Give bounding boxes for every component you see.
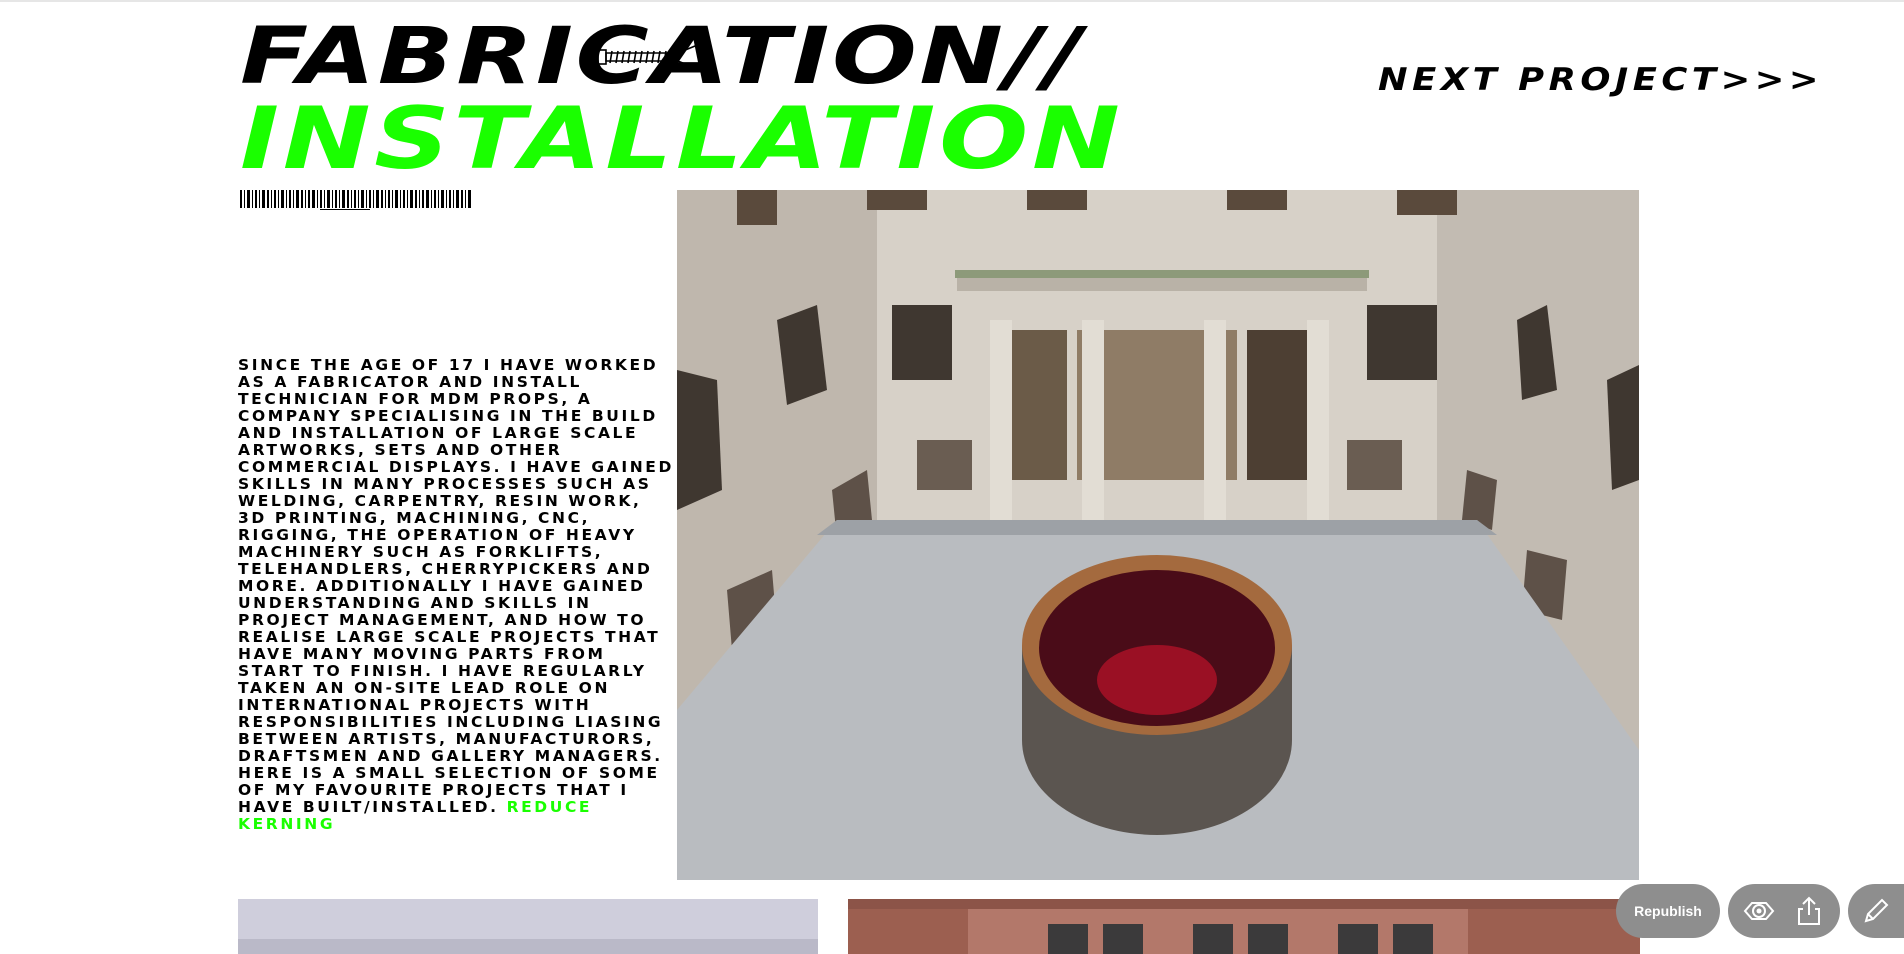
next-project-link[interactable]: NEXT PROJECT>>> [1378, 62, 1823, 98]
barcode-graphic [240, 190, 471, 210]
share-button[interactable] [1789, 891, 1829, 931]
bio-paragraph: SINCE THE AGE OF 17 I HAVE WORKED AS A F… [238, 357, 676, 833]
hero-courtyard-photo [677, 190, 1639, 880]
toolbar-pill [1728, 884, 1840, 938]
edit-button[interactable] [1848, 884, 1904, 938]
title-line-installation: INSTALLATION [240, 89, 1124, 189]
republish-button[interactable]: Republish [1616, 884, 1720, 938]
top-border [0, 0, 1904, 2]
pencil-icon [1864, 898, 1889, 923]
project-thumbnail-right[interactable] [848, 899, 1640, 954]
project-thumbnail-left[interactable] [238, 899, 818, 954]
share-icon [1798, 896, 1820, 925]
preview-button[interactable] [1739, 891, 1779, 931]
eye-icon [1743, 902, 1775, 920]
bio-text: SINCE THE AGE OF 17 I HAVE WORKED AS A F… [238, 356, 674, 816]
screw-icon [597, 42, 705, 72]
